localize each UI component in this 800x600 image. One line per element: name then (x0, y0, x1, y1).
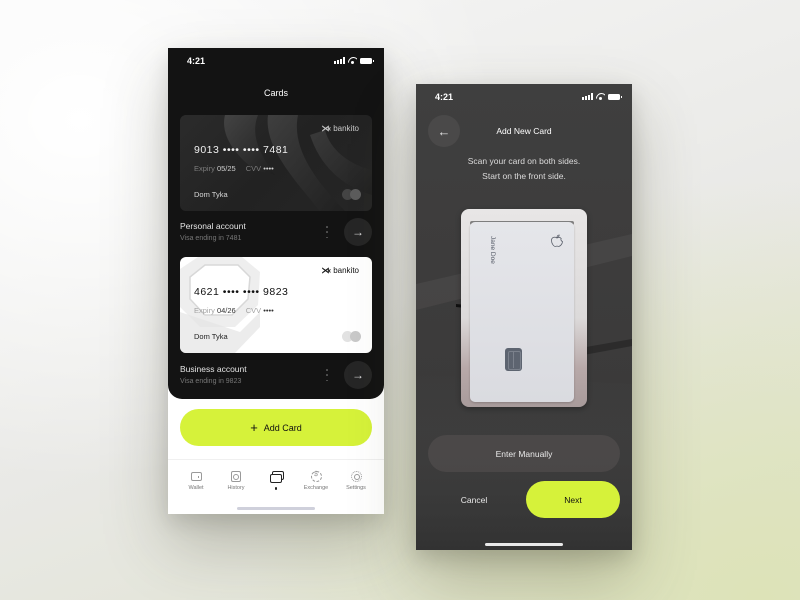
card-number: 4621 •••• •••• 9823 (194, 286, 289, 298)
cvv-label: CVV (245, 164, 262, 173)
active-tab-indicator (274, 487, 278, 490)
more-options-icon[interactable] (326, 369, 328, 381)
cancel-button[interactable]: Cancel (428, 481, 520, 518)
scanned-card-holder: Jane Doe (489, 236, 496, 264)
account-row-business[interactable]: Business account Visa ending in 9823 → (180, 361, 372, 391)
home-indicator (485, 543, 563, 546)
scan-instructions: Scan your card on both sides. Start on t… (467, 156, 581, 181)
battery-icon (608, 93, 622, 100)
tab-exchange[interactable]: Exchange (297, 460, 335, 504)
card-holder: Dom Tyka (194, 332, 228, 341)
cards-icon (270, 471, 284, 483)
expiry-label: Expiry (194, 164, 215, 173)
cards-screen: 4:21 Cards ⋊‹ bankito 9013 •••• •••• 748… (168, 48, 384, 514)
cvv-label: CVV (245, 306, 262, 315)
arrow-right-icon: → (352, 225, 364, 239)
page-title: Add New Card (496, 126, 552, 136)
signal-icon (334, 57, 345, 64)
cvv-value: •••• (263, 164, 274, 173)
account-subtitle: Visa ending in 9823 (180, 378, 242, 385)
scanned-card: Jane Doe (470, 222, 574, 402)
wifi-icon (348, 57, 357, 64)
status-time: 4:21 (435, 92, 454, 102)
mastercard-icon (342, 189, 362, 200)
enter-manually-button[interactable]: Enter Manually (428, 435, 620, 472)
signal-icon (582, 93, 593, 100)
history-icon (231, 470, 241, 482)
battery-icon (360, 57, 374, 64)
account-row-personal[interactable]: Personal account Visa ending in 7481 → (180, 218, 372, 248)
mastercard-icon (342, 331, 362, 342)
status-bar: 4:21 (168, 56, 384, 68)
bankito-logo-icon: ⋊‹ (321, 266, 332, 275)
tab-settings[interactable]: Settings (337, 460, 375, 504)
exchange-icon (310, 470, 322, 482)
plus-icon: + (250, 420, 258, 435)
tab-wallet[interactable]: Wallet (177, 460, 215, 504)
add-card-label: Add Card (263, 422, 302, 433)
wifi-icon (596, 93, 605, 100)
bankito-logo-icon: ⋊‹ (321, 124, 332, 133)
card-holder: Dom Tyka (194, 190, 228, 199)
apple-logo-icon (551, 234, 563, 247)
expiry-value: 04/26 (216, 306, 236, 315)
brand-logo: ⋊‹ bankito (321, 266, 359, 275)
card-number: 9013 •••• •••• 7481 (194, 144, 289, 156)
account-name: Business account (180, 364, 247, 374)
next-button[interactable]: Next (526, 481, 620, 518)
home-indicator (237, 507, 315, 510)
card-chip (505, 348, 522, 371)
page-title: Cards (263, 88, 288, 98)
card-personal[interactable]: ⋊‹ bankito 9013 •••• •••• 7481 Expiry 05/… (180, 115, 372, 211)
status-bar: 4:21 (416, 92, 632, 104)
settings-icon (350, 470, 362, 482)
account-name: Personal account (180, 221, 246, 231)
arrow-right-icon: → (352, 368, 364, 382)
expiry-value: 05/25 (216, 164, 236, 173)
brand-logo: ⋊‹ bankito (321, 124, 359, 133)
open-account-button[interactable]: → (344, 361, 372, 389)
scan-frame: Jane Doe (461, 209, 587, 407)
open-account-button[interactable]: → (344, 218, 372, 246)
card-business[interactable]: ⋊‹ bankito 4621 •••• •••• 9823 Expiry 04/… (180, 257, 372, 353)
cvv-value: •••• (263, 306, 274, 315)
account-subtitle: Visa ending in 7481 (180, 235, 242, 242)
more-options-icon[interactable] (326, 226, 328, 238)
expiry-label: Expiry (194, 306, 215, 315)
add-card-button[interactable]: + Add Card (180, 409, 372, 446)
wallet-icon (190, 471, 202, 481)
tab-cards[interactable] (257, 460, 295, 504)
tab-history[interactable]: History (217, 460, 255, 504)
status-time: 4:21 (187, 56, 206, 66)
tab-bar: Wallet History Exchange Settings (168, 459, 384, 504)
add-card-screen: 4:21 ← Add New Card Scan your card on bo… (416, 84, 632, 550)
cards-panel: 4:21 Cards ⋊‹ bankito 9013 •••• •••• 748… (168, 48, 384, 399)
